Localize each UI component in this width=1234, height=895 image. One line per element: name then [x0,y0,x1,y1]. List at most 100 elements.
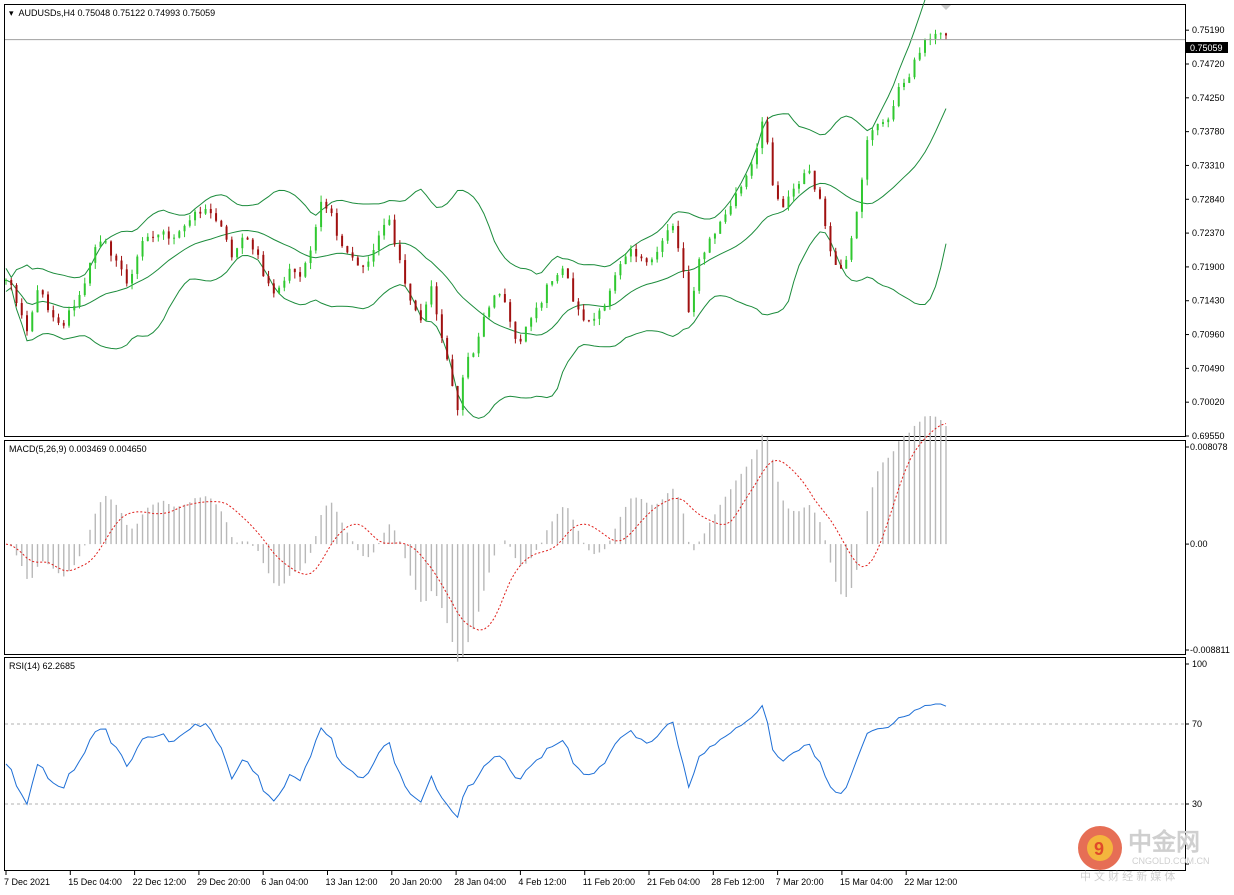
price-tick-label: 0.70960 [1192,330,1225,340]
candle-body [850,238,853,260]
price-tick-label: 0.70020 [1192,397,1225,407]
price-tick-label: 0.72840 [1192,194,1225,204]
candle-body [225,226,228,240]
time-tick-label: 4 Feb 12:00 [518,877,566,887]
candle-body [209,208,212,214]
candle-body [241,237,244,249]
candle-body [797,183,800,189]
candle-body [183,225,186,232]
candle-body [335,213,338,236]
candle-body [356,257,359,266]
candle-body [945,33,947,36]
candle-body [68,310,71,326]
candle-body [314,227,317,251]
candle-body [635,248,638,257]
candle-body [398,244,401,261]
macd-tick-label: 0.00 [1190,539,1208,549]
time-tick-label: 11 Feb 20:00 [583,877,635,887]
candle-body [787,196,790,208]
candle-body [745,175,748,187]
time-tick-label: 28 Jan 04:00 [454,877,506,887]
candle-body [493,295,496,308]
price-tick-label: 0.69550 [1192,431,1225,441]
price-tick-label: 0.75190 [1192,25,1225,35]
rsi-tick-label: 70 [1192,719,1202,729]
candle-body [467,356,470,378]
candle-body [855,211,858,239]
candle-body [650,259,653,263]
watermark-tagline: 中 文 财 经 新 媒 体 [1080,869,1175,883]
candle-body [215,213,218,221]
candle-body [887,119,890,123]
candle-body [771,142,774,186]
candle-body [178,231,181,238]
candle-body [624,256,627,265]
candle-body [792,188,795,197]
candle-body [272,283,275,294]
candle-body [36,290,39,313]
candle-body [157,234,160,238]
candle-body [923,39,926,53]
candle-body [199,211,202,214]
cngold-logo-icon: 9 [1078,826,1122,870]
candle-body [866,140,869,180]
candle-body [593,318,596,321]
candle-body [194,211,197,221]
time-tick-label: 15 Dec 04:00 [68,877,122,887]
candle-body [47,294,50,311]
candle-body [881,122,884,124]
time-tick-label: 22 Mar 12:00 [904,877,957,887]
macd-pane[interactable] [4,440,1186,655]
candle-body [236,248,239,258]
candle-body [692,290,695,313]
candle-body [734,193,737,207]
candle-body [472,353,475,357]
candle-body [257,249,260,255]
candle-body [362,265,365,267]
candle-body [115,255,118,261]
candle-body [104,241,107,243]
price-tick-label: 0.74250 [1192,93,1225,103]
candle-body [671,226,674,231]
price-pane-title: ▾ AUDUSDs,H4 0.75048 0.75122 0.74993 0.7… [9,8,215,18]
candle-body [488,307,491,317]
candle-body [530,318,533,327]
candle-body [404,260,407,284]
price-tick-label: 0.71900 [1192,262,1225,272]
candle-body [750,164,753,176]
candle-body [377,235,380,251]
candle-body [498,294,501,296]
candle-body [230,239,233,258]
candle-body [509,302,512,322]
candle-body [824,198,827,227]
candle-body [409,283,412,301]
candle-body [860,179,863,212]
candle-body [188,220,191,226]
candle-body [440,314,443,339]
candle-body [729,206,732,215]
candle-body [367,261,370,267]
price-tick-label: 0.72370 [1192,228,1225,238]
price-tick-label: 0.74720 [1192,59,1225,69]
candle-body [78,294,81,306]
svg-text:9: 9 [1094,839,1104,859]
candle-body [456,386,459,411]
candle-body [26,315,29,332]
candle-body [582,309,585,321]
candle-body [845,259,848,269]
candle-body [556,275,559,282]
collapse-arrow-icon[interactable]: ▾ [9,8,14,18]
candle-body [545,284,548,304]
candle-body [708,238,711,253]
rsi-pane[interactable] [4,657,1186,871]
candle-body [41,290,44,295]
candle-body [309,250,312,264]
time-tick-label: 6 Jan 04:00 [261,877,308,887]
candle-body [587,320,590,322]
candle-body [698,259,701,291]
candle-body [503,294,506,303]
price-pane[interactable] [4,4,1186,437]
candle-body [614,275,617,291]
trading-chart: 0.75190 0.74720 0.74250 0.73780 0.73310 0.728… [4,0,1230,887]
candle-body [278,287,281,294]
